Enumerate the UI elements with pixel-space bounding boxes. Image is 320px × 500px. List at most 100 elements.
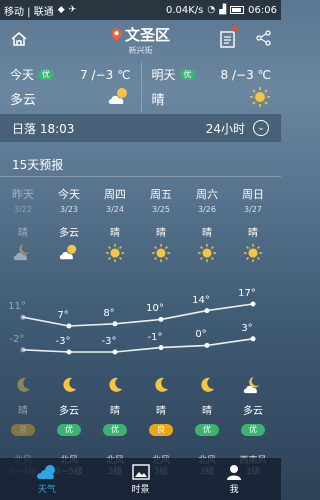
sun-icon	[184, 243, 230, 263]
share-icon[interactable]	[256, 30, 272, 50]
weekday: 昨天	[12, 188, 34, 201]
moon-icon	[0, 376, 46, 396]
aqi-badge: 良	[149, 424, 173, 436]
shield-icon: ◆	[57, 5, 65, 15]
high-temp-label: 11°	[8, 301, 26, 313]
hourly-label: 24小时	[205, 121, 245, 136]
city-name: 文圣区	[124, 26, 170, 44]
photo-icon	[131, 463, 150, 480]
day-condition: 晴	[156, 228, 166, 239]
low-temp-label: -3°	[55, 336, 71, 347]
tab-scenery-label: 时景	[131, 484, 150, 495]
day-condition: 晴	[18, 228, 28, 239]
network-speed: 0.04K/s	[165, 4, 204, 16]
moon-icon	[46, 376, 92, 396]
sun-cloud-icon	[107, 86, 131, 110]
signal-icon: ▟	[219, 5, 227, 15]
divider	[0, 176, 281, 177]
date: 3/24	[106, 205, 124, 214]
weekday: 周六	[196, 188, 218, 201]
chevron-down-icon: ⌄	[253, 120, 269, 136]
aqi-badge: 优	[241, 424, 265, 436]
date: 3/25	[152, 205, 170, 214]
today-tomorrow-panel: 今天 优 7 /−3 ℃ 多云 明天 优 8 /−3 ℃ 晴	[0, 62, 281, 112]
high-temp-label: 8°	[103, 307, 115, 319]
date: 3/26	[198, 205, 216, 214]
today-temp: 7 /−3 ℃	[80, 67, 131, 82]
moon-cloud-icon	[0, 243, 46, 263]
date: 3/27	[244, 205, 262, 214]
header: 文圣区 新兴街	[0, 20, 281, 60]
wifi-icon: ◔	[207, 5, 216, 15]
tomorrow-aqi-badge: 优	[179, 69, 196, 80]
aqi-badge: 优	[103, 424, 127, 436]
aqi-badge: 优	[57, 424, 81, 436]
aqi-badge: 良	[11, 424, 35, 436]
forecast-title: 15天预报	[12, 158, 64, 172]
weekday: 周四	[104, 188, 126, 201]
carrier-text: 移动 | 联通	[4, 6, 54, 18]
high-temp-label: 17°	[238, 288, 256, 299]
low-temp-label: -2°	[9, 333, 25, 345]
unread-dot	[232, 26, 238, 32]
hourly-toggle[interactable]: 24小时 ⌄	[206, 120, 269, 137]
low-temp-label: -3°	[101, 336, 117, 347]
tab-weather-label: 天气	[37, 484, 56, 495]
location-selector[interactable]: 文圣区 新兴街	[111, 24, 170, 56]
night-condition: 晴	[18, 406, 28, 417]
weekday: 周五	[150, 188, 172, 201]
day-condition: 晴	[248, 228, 258, 239]
sun-icon	[92, 243, 138, 263]
day-condition: 多云	[59, 228, 79, 239]
tab-me[interactable]: 我	[187, 458, 281, 500]
today-label: 今天	[10, 68, 35, 82]
day-condition: 晴	[110, 228, 120, 239]
tomorrow-summary[interactable]: 明天 优 8 /−3 ℃ 晴	[140, 62, 282, 112]
today-summary[interactable]: 今天 优 7 /−3 ℃ 多云	[0, 62, 141, 112]
forecast-day[interactable]: 今天3/23多云多云优北风3~5级	[46, 186, 92, 477]
today-aqi-badge: 优	[38, 69, 55, 80]
tab-scenery[interactable]: 时景	[94, 458, 188, 500]
home-icon[interactable]	[10, 30, 28, 52]
date: 3/23	[60, 205, 78, 214]
moon-icon	[92, 376, 138, 396]
sunset-bar: 日落 18:03 24小时 ⌄	[0, 114, 281, 142]
night-condition: 多云	[243, 406, 263, 417]
high-temp-label: 14°	[192, 294, 210, 306]
tab-me-label: 我	[229, 484, 239, 495]
status-bar: 移动 | 联通 ◆ ✈ 0.04K/s ◔ ▟ 06:06	[0, 0, 281, 20]
forecast-columns[interactable]: 昨天3/22晴晴良北风3~4级今天3/23多云多云优北风3~5级周四3/24晴晴…	[0, 186, 281, 477]
cloud-icon	[46, 243, 92, 263]
forecast-day[interactable]: 昨天3/22晴晴良北风3~4级	[0, 186, 46, 477]
sun-icon	[249, 86, 271, 112]
night-condition: 多云	[59, 406, 79, 417]
clock: 06:06	[248, 4, 277, 16]
notification-icon: ✈	[68, 5, 77, 15]
moon-cloud-icon	[230, 376, 276, 396]
low-temp-label: 3°	[241, 322, 253, 334]
sun-icon	[230, 243, 276, 263]
weekday: 周日	[242, 188, 264, 201]
day-condition: 晴	[202, 228, 212, 239]
sunset-time: 日落 18:03	[12, 121, 75, 136]
district-name: 新兴街	[128, 46, 153, 55]
high-temp-label: 7°	[57, 310, 69, 321]
high-temp-label: 10°	[146, 303, 164, 315]
location-pin-icon	[111, 28, 122, 41]
moon-icon	[138, 376, 184, 396]
news-icon[interactable]	[220, 30, 236, 52]
weekday: 今天	[58, 188, 80, 201]
tomorrow-temp: 8 /−3 ℃	[220, 67, 271, 82]
tab-weather[interactable]: 天气	[0, 458, 94, 500]
night-condition: 晴	[156, 406, 166, 417]
person-icon	[227, 464, 242, 480]
tomorrow-label: 明天	[151, 68, 176, 82]
aqi-badge: 优	[195, 424, 219, 436]
battery-icon	[230, 6, 245, 14]
tab-bar: 天气 时景 我	[0, 458, 281, 500]
night-condition: 晴	[110, 406, 120, 417]
forecast-day[interactable]: 周四3/24晴晴优北风3级	[92, 186, 138, 477]
night-condition: 晴	[202, 406, 212, 417]
low-temp-label: 0°	[195, 329, 207, 341]
weather-icon	[36, 464, 55, 479]
